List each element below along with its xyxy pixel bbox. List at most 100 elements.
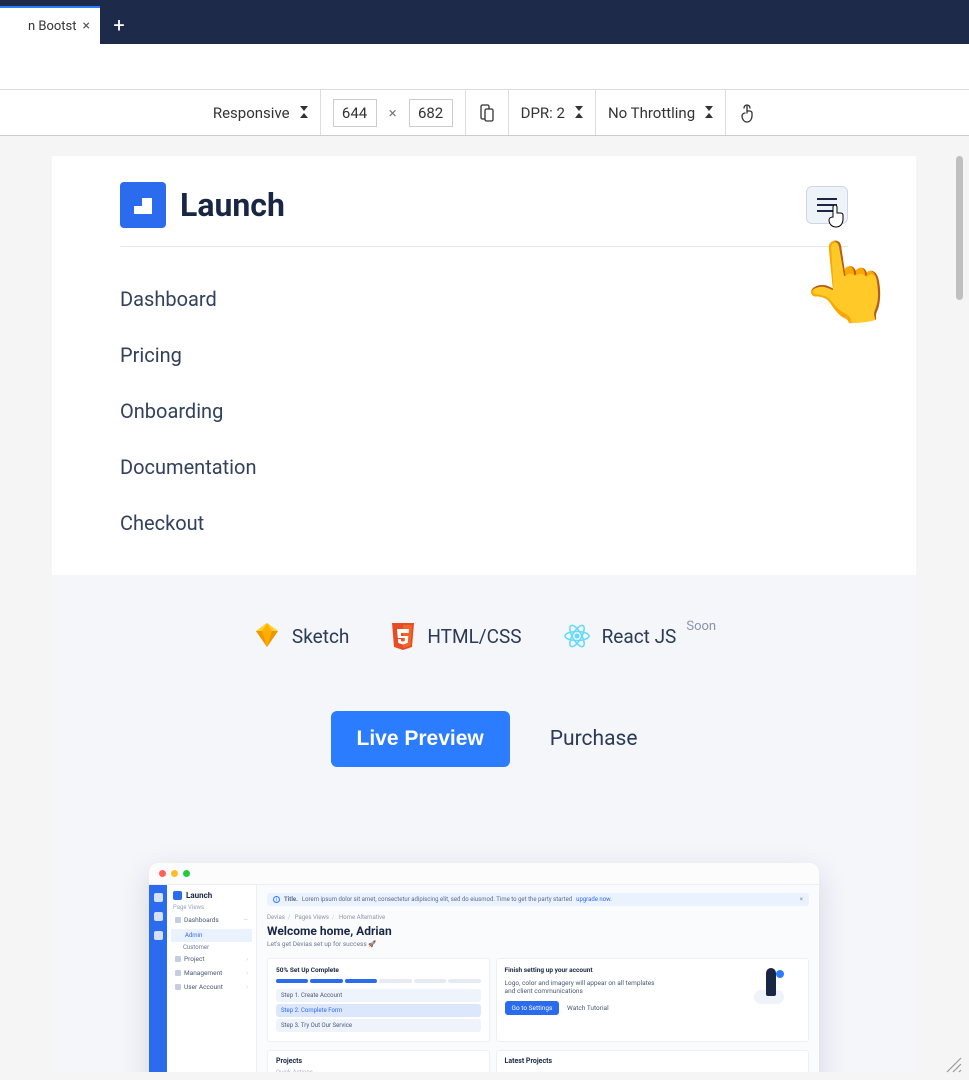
touch-icon [738, 102, 756, 124]
gear-icon [175, 970, 181, 976]
tech-react: React JS Soon [562, 622, 717, 650]
preview-brand-name: Launch [186, 891, 212, 900]
tech-stack-row: Sketch HTML/CSS React JS Soon [52, 575, 916, 669]
watch-tutorial-link[interactable]: Watch Tutorial [567, 1004, 609, 1012]
setup-step-2[interactable]: Step 2. Complete Form [276, 1004, 481, 1017]
projects-card-title: Projects [276, 1057, 481, 1065]
setup-card: 50% Set Up Complete Step 1. Create Accou… [267, 958, 490, 1042]
chevron-updown-icon [294, 104, 308, 122]
sidebar-sub-admin[interactable]: Admin [171, 929, 252, 942]
dot-green-icon [183, 870, 190, 877]
menu-toggle-button[interactable] [806, 186, 848, 224]
dot-yellow-icon [171, 870, 178, 877]
browser-tab-bar: n Bootst × + [0, 0, 969, 44]
preview-alert: i Title. Lorem ipsum dolor sit amet, con… [267, 893, 809, 906]
cursor-icon [825, 205, 847, 233]
chevron-updown-icon [569, 104, 583, 122]
react-icon [562, 622, 592, 650]
finish-card: Finish setting up your account Logo, col… [496, 958, 809, 1042]
grid-icon [154, 893, 163, 902]
info-icon: i [273, 896, 280, 903]
dpr-select[interactable]: DPR: 2 [509, 90, 596, 135]
tab-title: n Bootst [28, 19, 77, 34]
nav-pricing[interactable]: Pricing [120, 327, 848, 383]
dot-red-icon [159, 870, 166, 877]
nav-onboarding[interactable]: Onboarding [120, 383, 848, 439]
dimension-separator: × [383, 104, 403, 122]
latest-project-1[interactable]: CJ Create a Single Web Application which… [505, 1069, 800, 1072]
throttle-select[interactable]: No Throttling [596, 90, 726, 135]
page-title: Welcome home, Adrian [267, 924, 809, 938]
preview-sidebar: Launch Page Views Dashboards— Admin Cust… [167, 885, 257, 1072]
progress-bar [276, 979, 481, 983]
rotate-button[interactable] [466, 90, 509, 135]
mac-window-dots [149, 863, 819, 885]
alert-link[interactable]: upgrade now. [576, 896, 612, 903]
tech-htmlcss-label: HTML/CSS [427, 625, 521, 648]
projects-card: Projects Quick Actions New Project+ New … [267, 1050, 490, 1072]
tech-sketch-label: Sketch [292, 625, 349, 648]
devtools-canvas: Launch Dashboard Pricing Onboarding Docu… [0, 136, 969, 1080]
logo-icon [173, 891, 182, 900]
viewport-width-input[interactable]: 644 [333, 99, 377, 127]
sidebar-item-project[interactable]: Project› [173, 952, 250, 966]
devtools-device-toolbar: Responsive 644 × 682 DPR: 2 No Throttlin… [0, 90, 969, 136]
preview-section-label: Page Views [173, 904, 250, 911]
chevron-icon: › [246, 956, 248, 963]
touch-toggle[interactable] [726, 90, 768, 135]
nav-dashboard[interactable]: Dashboard [120, 271, 848, 327]
resize-handle[interactable] [945, 1056, 963, 1074]
sidebar-item-user-account[interactable]: User Account› [173, 980, 250, 994]
finish-card-body: Logo, color and imagery will appear on a… [505, 979, 655, 995]
rocket-illustration [740, 966, 800, 1006]
breadcrumb: Devias/ Pages Views/ Home Alternative [267, 914, 809, 921]
logo-icon [120, 182, 166, 228]
scrollbar-thumb[interactable] [956, 156, 963, 300]
brand-name: Launch [180, 186, 285, 224]
user-icon [175, 984, 181, 990]
dpr-label: DPR: 2 [521, 104, 565, 122]
quick-actions-label: Quick Actions [276, 1069, 481, 1072]
purchase-link[interactable]: Purchase [550, 727, 638, 751]
preview-main: i Title. Lorem ipsum dolor sit amet, con… [257, 885, 819, 1072]
preview-rail [149, 885, 167, 1072]
browser-address-area [0, 44, 969, 90]
setup-step-3[interactable]: Step 3. Try Out Our Service [276, 1019, 481, 1032]
sidebar-sub-customer[interactable]: Customer [173, 944, 250, 951]
sidebar-item-dashboards[interactable]: Dashboards— [173, 913, 250, 927]
latest-card-title: Latest Projects [505, 1057, 800, 1065]
cta-row: Live Preview Purchase [52, 669, 916, 787]
chevron-updown-icon [699, 104, 713, 122]
viewport-height-input[interactable]: 682 [409, 99, 453, 127]
setup-step-1[interactable]: Step 1. Create Account [276, 989, 481, 1002]
device-mode-select[interactable]: Responsive [201, 90, 321, 135]
close-icon[interactable]: × [800, 896, 803, 903]
sidebar-item-management[interactable]: Management› [173, 966, 250, 980]
browser-tab[interactable]: n Bootst × [0, 6, 100, 44]
preview-brand: Launch [173, 891, 250, 900]
device-mode-label: Responsive [213, 104, 290, 122]
plus-icon [154, 931, 163, 940]
plus-icon: + [113, 13, 124, 37]
sketch-icon [252, 621, 282, 651]
throttle-label: No Throttling [608, 104, 695, 122]
tech-react-label: React JS [602, 625, 677, 648]
app-header: Launch [52, 156, 916, 247]
folder-icon [175, 956, 181, 962]
close-icon[interactable]: × [83, 18, 90, 34]
grid-icon [175, 917, 181, 923]
nav-checkout[interactable]: Checkout [120, 495, 848, 551]
tech-sketch: Sketch [252, 621, 349, 651]
device-frame: Launch Dashboard Pricing Onboarding Docu… [52, 156, 916, 1072]
nav-documentation[interactable]: Documentation [120, 439, 848, 495]
dashboard-preview: Launch Page Views Dashboards— Admin Cust… [149, 863, 819, 1072]
page-subtitle: Let's get Devias set up for success 🚀 [267, 940, 809, 948]
new-tab-button[interactable]: + [100, 6, 138, 44]
live-preview-button[interactable]: Live Preview [331, 711, 510, 767]
setup-card-title: 50% Set Up Complete [276, 966, 481, 974]
brand-logo[interactable]: Launch [120, 182, 285, 228]
alert-title: Title. [284, 896, 298, 903]
go-settings-button[interactable]: Go to Settings [505, 1001, 560, 1015]
soon-badge: Soon [686, 619, 716, 634]
viewport-dimensions: 644 × 682 [321, 90, 466, 135]
